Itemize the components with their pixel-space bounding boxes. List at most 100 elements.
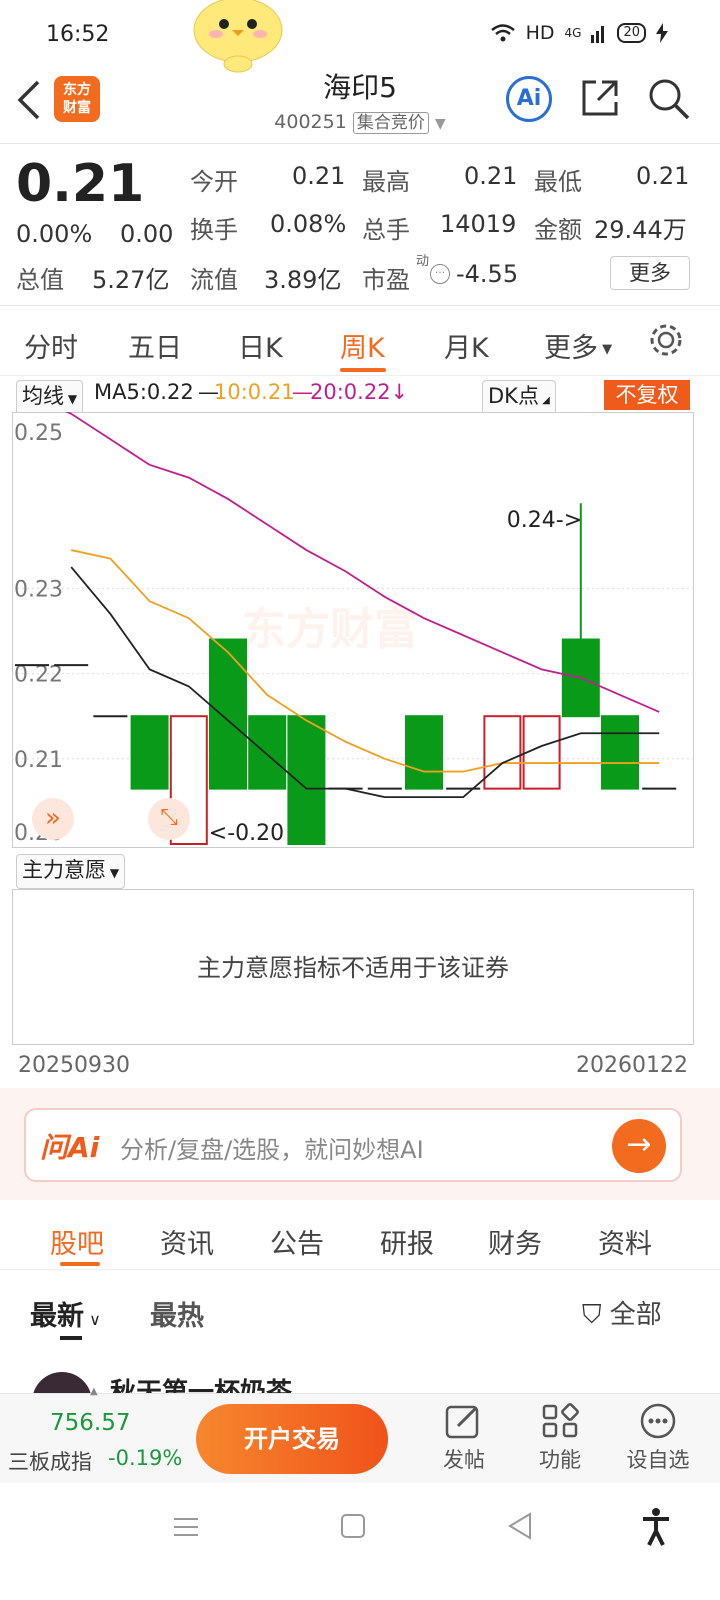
quote-panel: 0.21 0.00% 0.00 总值 5.27亿 今开 0.21 最高 0.21… [0,146,720,306]
ai-submit-arrow-icon[interactable]: → [612,1119,666,1173]
watermark: 东方财富 [242,604,418,655]
last-price: 0.21 [16,154,145,214]
bottom-action-bar: ▲ 756.57 三板成指 -0.19% 开户交易 发帖 功能 设自选 [0,1386,720,1483]
ai-query-input[interactable]: 问Ai 分析/复盘/选股，就问妙想AI → [24,1108,682,1182]
open-account-trade-button[interactable]: 开户交易 [196,1404,388,1474]
tab-research[interactable]: 研报 [380,1222,434,1261]
max-price-label: 0.24-> [507,508,582,533]
ai-button[interactable]: Ai [506,76,552,122]
y-tick-label: 0.22 [14,663,63,688]
candle-body [483,715,522,790]
filter-icon: ⛉ [582,1300,610,1330]
tab-more[interactable]: 更多 ▼ [544,326,612,365]
tab-five-day[interactable]: 五日 [128,326,182,365]
functions-label: 功能 [539,1448,581,1472]
open-value: 0.21 [292,162,346,190]
battery-level: 20 [617,23,646,43]
back-nav-icon[interactable] [506,1511,534,1541]
more-dots-icon [640,1403,676,1439]
info-icon[interactable]: ··· [430,264,450,284]
home-icon[interactable] [340,1513,366,1539]
dk-label: DK点 [488,384,539,408]
ma10-value: 10:0.21 [214,380,295,404]
menu-icon[interactable] [172,1513,200,1541]
ai-placeholder: 分析/复盘/选股，就问妙想AI [120,1136,424,1164]
index-value[interactable]: 756.57 [50,1410,130,1436]
corner-arrow-icon: ◢ [538,395,550,406]
search-icon[interactable] [648,78,690,120]
candle-body [601,715,639,790]
wifi-icon [490,24,515,42]
stock-header: 东方 财富 海印5 400251 集合竞价 ▼ Ai [0,66,720,144]
open-label: 今开 [190,168,238,196]
hd-indicator: HD [525,22,555,44]
change-pct: 0.00% [16,220,93,248]
mascot-icon [193,0,283,73]
mcap-label: 总值 [16,266,64,294]
post-label: 发帖 [443,1448,485,1472]
tab-weekly[interactable]: 周K [340,326,385,365]
ai-brand-logo: 问Ai [40,1131,100,1164]
pe-dynamic-sup: 动 [416,254,430,269]
filter-all-button[interactable]: ⛉ 全部 [582,1294,662,1331]
grid-icon [542,1403,579,1438]
content-tabs: 股吧 资讯 公告 研报 财务 资料 [0,1200,720,1270]
high-label: 最高 [362,168,410,196]
candle-body [248,715,287,790]
post-button[interactable]: 发帖 [432,1402,496,1474]
edit-icon [445,1405,479,1439]
tab-monthly[interactable]: 月K [444,326,489,365]
expand-left-icon[interactable]: » [32,798,74,840]
index-name[interactable]: 三板成指 [8,1446,92,1476]
pe-value: -4.55 [456,260,519,288]
fullscreen-icon[interactable]: ⤡ [148,798,190,840]
signal-icon [591,26,605,43]
sort-hottest[interactable]: 最热 [150,1294,204,1333]
indicator-selector-label: 主力意愿 [22,858,106,882]
more-quote-button[interactable]: 更多 [610,256,690,290]
y-tick-label: 0.21 [14,748,63,773]
up-caret-icon: ▲ [90,1386,98,1397]
high-value: 0.21 [464,162,518,190]
sort-latest-label: 最新 [30,1301,84,1332]
sort-latest[interactable]: 最新 ∨ [30,1294,101,1333]
ma-selector[interactable]: 均线 ▼ [16,380,84,415]
end-date: 20260122 [576,1053,688,1078]
adjust-type-button[interactable]: 不复权 [604,380,690,410]
tab-news[interactable]: 资讯 [160,1222,214,1261]
caret-down-icon: ▼ [64,392,78,406]
kline-svg: 0.250.230.220.210.20东方财富0.24-><-0.20 [12,412,694,848]
tab-guba[interactable]: 股吧 [50,1222,104,1261]
volume-label: 总手 [362,216,410,244]
add-watchlist-button[interactable]: 设自选 [622,1402,694,1474]
low-label: 最低 [534,168,582,196]
tab-profile[interactable]: 资料 [598,1222,652,1261]
candle-body [405,715,443,790]
float-label: 流值 [190,266,238,294]
system-navigation-bar [0,1483,720,1600]
chart-period-tabs: 分时 五日 日K 周K 月K 更多 ▼ [0,306,720,376]
turnover-value: 0.08% [270,210,347,238]
tab-announcements[interactable]: 公告 [270,1222,324,1261]
amount-label: 金额 [534,216,582,244]
functions-button[interactable]: 功能 [528,1402,592,1474]
float-value: 3.89亿 [264,266,342,294]
accessibility-icon[interactable] [640,1507,672,1547]
auction-tag: 集合竞价 [352,112,429,134]
filter-label: 全部 [609,1300,662,1330]
tab-daily[interactable]: 日K [238,326,283,365]
share-icon[interactable] [580,78,620,118]
tab-more-label: 更多 [544,333,598,364]
indicator-selector[interactable]: 主力意愿 ▼ [16,854,126,889]
ma20-value: 20:0.22↓ [310,380,409,404]
ma-selector-label: 均线 [22,384,64,408]
y-tick-label: 0.25 [14,421,63,446]
dropdown-arrow-icon: ▼ [434,116,446,132]
tab-finance[interactable]: 财务 [488,1222,542,1261]
caret-down-icon: ▼ [106,866,120,880]
tab-intraday[interactable]: 分时 [24,326,78,365]
settings-icon[interactable] [648,322,684,358]
active-tab-indicator [340,368,386,372]
low-value: 0.21 [636,162,690,190]
kline-chart[interactable]: 0.250.230.220.210.20东方财富0.24-><-0.20 » ⤡ [12,412,694,848]
